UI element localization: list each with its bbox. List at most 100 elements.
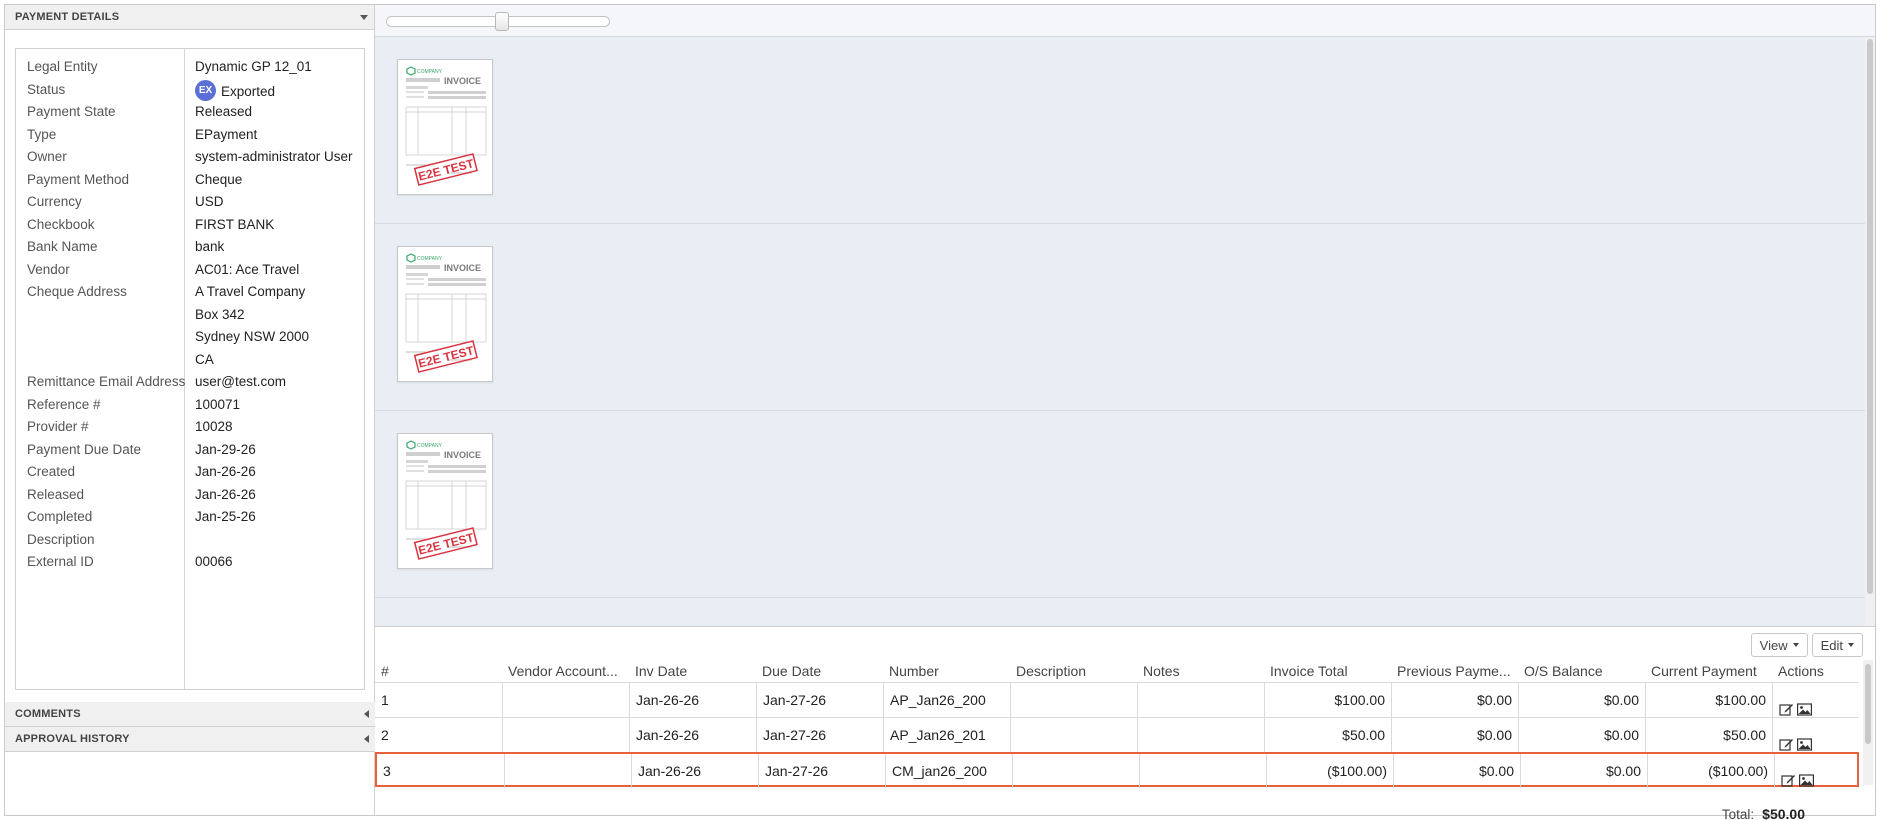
cell-text: Jan-27-26	[765, 763, 829, 779]
table-cell-description	[1010, 683, 1137, 717]
expand-caret-icon[interactable]	[364, 710, 369, 718]
detail-label: Created	[27, 464, 76, 479]
column-header[interactable]: Notes	[1143, 663, 1262, 679]
payment-details-header[interactable]: PAYMENT DETAILS	[5, 5, 374, 30]
column-header[interactable]: #	[381, 663, 500, 679]
viewer-scrollbar[interactable]	[1865, 37, 1875, 626]
column-header[interactable]: Actions	[1778, 663, 1857, 679]
approval-history-title: APPROVAL HISTORY	[15, 733, 130, 745]
comments-header[interactable]: COMMENTS	[5, 702, 375, 727]
cell-text: $0.00	[1603, 692, 1639, 708]
table-cell-os-balance: $0.00	[1518, 718, 1645, 752]
company-logo-icon	[406, 66, 416, 76]
row-actions	[1779, 718, 1853, 752]
table-cell-num: 3	[377, 754, 504, 788]
detail-value-text: AC01: Ace Travel	[195, 261, 300, 277]
column-header[interactable]: Inv Date	[635, 663, 754, 679]
detail-label: Provider #	[27, 419, 89, 434]
invoice-page-thumbnail[interactable]: COMPANY INVOICE E2E TEST	[397, 59, 493, 195]
cell-text: $100.00	[1715, 692, 1766, 708]
grid-scrollbar-thumb[interactable]	[1865, 664, 1871, 744]
detail-value-text: 100071	[195, 396, 241, 412]
cell-text: $0.00	[1476, 727, 1512, 743]
zoom-slider-handle[interactable]	[495, 12, 509, 31]
cell-text: AP_Jan26_200	[890, 692, 986, 708]
detail-value-text: Jan-26-26	[195, 486, 256, 502]
viewer-scrollbar-thumb[interactable]	[1867, 39, 1873, 594]
thumb-company-text: COMPANY	[417, 443, 443, 449]
company-logo-icon	[406, 253, 416, 263]
approval-history-header[interactable]: APPROVAL HISTORY	[5, 727, 375, 752]
detail-value: AC01: Ace Travel	[195, 262, 299, 277]
cell-text: $0.00	[1605, 763, 1641, 779]
image-icon[interactable]	[1797, 694, 1813, 716]
edit-icon[interactable]	[1781, 765, 1796, 787]
table-cell-vendor-account	[504, 754, 631, 788]
column-header[interactable]: Invoice Total	[1270, 663, 1389, 679]
detail-value-text: Jan-26-26	[195, 464, 256, 479]
column-header[interactable]: O/S Balance	[1524, 663, 1643, 679]
document-viewer[interactable]: COMPANY INVOICE E2E TEST COMPANY INVOICE…	[375, 37, 1865, 626]
cell-text: Jan-26-26	[638, 763, 702, 779]
app-frame: PAYMENT DETAILS Legal Entity Dynamic GP 1…	[4, 4, 1876, 820]
detail-label: Cheque Address	[27, 284, 127, 299]
table-row[interactable]: 3 Jan-26-26 Jan-27-26 CM_jan26_200 ($100.00)…	[375, 752, 1859, 788]
expand-caret-icon[interactable]	[364, 735, 369, 743]
cell-text: Jan-26-26	[636, 692, 700, 708]
collapse-caret-icon[interactable]	[360, 14, 368, 20]
cell-text: Jan-27-26	[763, 692, 827, 708]
image-icon[interactable]	[1797, 729, 1813, 751]
detail-value-text: Cheque	[195, 171, 243, 187]
detail-value-text: system-administrator User	[195, 149, 353, 164]
table-cell-inv-date: Jan-26-26	[631, 754, 758, 788]
row-actions	[1779, 683, 1853, 717]
thumb-company-text: COMPANY	[417, 256, 443, 262]
column-header[interactable]: Description	[1016, 663, 1135, 679]
detail-value-text: Sydney NSW 2000	[195, 329, 310, 344]
chevron-down-icon	[1848, 643, 1854, 647]
column-header[interactable]: Due Date	[762, 663, 881, 679]
table-cell-num: 1	[375, 683, 502, 717]
table-row[interactable]: 1 Jan-26-26 Jan-27-26 AP_Jan26_200 $100.00 $0…	[375, 682, 1859, 717]
edit-button[interactable]: Edit	[1811, 633, 1863, 657]
table-cell-previous-payment: $0.00	[1391, 683, 1518, 717]
edit-icon[interactable]	[1779, 694, 1794, 716]
detail-value-text: Jan-29-26	[195, 441, 256, 457]
table-cell-vendor-account	[502, 683, 629, 717]
table-cell-invoice-total: $50.00	[1264, 718, 1391, 752]
table-cell-number: AP_Jan26_201	[883, 718, 1010, 752]
view-button[interactable]: View	[1750, 633, 1808, 657]
table-cell-num: 2	[375, 718, 502, 752]
column-header[interactable]: Vendor Account...	[508, 663, 627, 679]
table-cell-due-date: Jan-27-26	[758, 754, 885, 788]
invoice-page-thumbnail[interactable]: COMPANY INVOICE E2E TEST	[397, 433, 493, 569]
detail-value: Cheque	[195, 172, 242, 187]
detail-label: External ID	[27, 554, 94, 569]
cell-text: $0.00	[1476, 692, 1512, 708]
table-cell-previous-payment: $0.00	[1391, 718, 1518, 752]
grid-scrollbar[interactable]	[1863, 660, 1873, 785]
left-panel: PAYMENT DETAILS Legal Entity Dynamic GP 1…	[5, 5, 375, 815]
detail-value-text: 10028	[195, 419, 233, 434]
edit-icon[interactable]	[1779, 729, 1794, 751]
table-cell-os-balance: $0.00	[1520, 754, 1647, 788]
column-header[interactable]: Number	[889, 663, 1008, 679]
table-cell-current-payment: $50.00	[1645, 718, 1772, 752]
cell-text: Jan-27-26	[763, 727, 827, 743]
detail-value-text: bank	[195, 239, 225, 254]
detail-value: 100071	[195, 397, 240, 412]
detail-value: Sydney NSW 2000	[195, 329, 309, 344]
image-icon[interactable]	[1799, 765, 1815, 787]
cell-text: Jan-26-26	[636, 727, 700, 743]
detail-label: Bank Name	[27, 239, 98, 254]
detail-value: Jan-26-26	[195, 464, 256, 479]
detail-value: EPayment	[195, 127, 257, 142]
column-header[interactable]: Current Payment	[1651, 663, 1770, 679]
table-cell-due-date: Jan-27-26	[756, 718, 883, 752]
invoice-page-thumbnail[interactable]: COMPANY INVOICE E2E TEST	[397, 246, 493, 382]
thumb-invoice-title: INVOICE	[444, 450, 481, 460]
column-header[interactable]: Previous Payme...	[1397, 663, 1516, 679]
detail-value-text: Dynamic GP 12_01	[195, 59, 312, 74]
detail-value-text: 00066	[195, 554, 233, 569]
table-row[interactable]: 2 Jan-26-26 Jan-27-26 AP_Jan26_201 $50.00 $0.…	[375, 717, 1859, 752]
